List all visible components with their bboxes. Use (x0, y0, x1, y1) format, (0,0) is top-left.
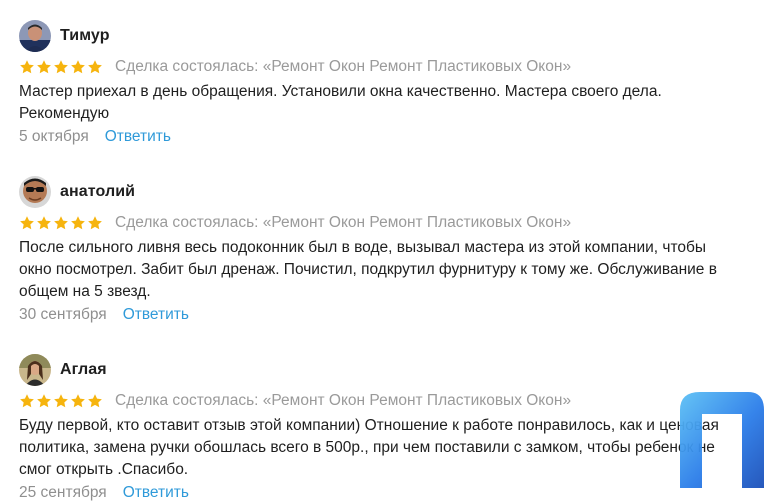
review-footer: 25 сентября Ответить (19, 482, 759, 504)
star-icon (88, 216, 102, 230)
review-author[interactable]: Аглая (60, 361, 107, 379)
rating-stars (19, 215, 103, 231)
reviews-list: Тимур Сделка состоялась: «Ремонт Окон Ре… (0, 0, 775, 501)
review-header: Тимур (19, 19, 759, 53)
rating-stars (19, 59, 103, 75)
deal-status: Сделка состоялась: «Ремонт Окон Ремонт П… (115, 58, 572, 75)
star-icon (88, 394, 102, 408)
reply-link[interactable]: Ответить (105, 128, 171, 146)
review-header: Аглая (19, 353, 759, 387)
review-date: 5 октября (19, 128, 89, 145)
star-icon (71, 394, 85, 408)
review-item: Тимур Сделка состоялась: «Ремонт Окон Ре… (19, 19, 759, 148)
review-meta: Сделка состоялась: «Ремонт Окон Ремонт П… (19, 213, 759, 233)
review-footer: 5 октября Ответить (19, 126, 759, 148)
star-icon (20, 60, 34, 74)
rating-stars (19, 393, 103, 409)
review-text: Мастер приехал в день обращения. Установ… (19, 83, 662, 122)
star-icon (37, 216, 51, 230)
star-icon (54, 394, 68, 408)
star-icon (54, 60, 68, 74)
review-date: 30 сентября (19, 306, 107, 323)
review-meta: Сделка состоялась: «Ремонт Окон Ремонт П… (19, 391, 759, 411)
reply-link[interactable]: Ответить (123, 306, 189, 324)
review-author[interactable]: Тимур (60, 27, 110, 45)
review-meta: Сделка состоялась: «Ремонт Окон Ремонт П… (19, 57, 759, 77)
review-item: анатолий Сделка состоялась: «Ремонт Окон… (19, 175, 759, 326)
star-icon (71, 216, 85, 230)
brand-logo-icon (676, 388, 768, 493)
review-item: Аглая Сделка состоялась: «Ремонт Окон Ре… (19, 353, 759, 504)
star-icon (88, 60, 102, 74)
avatar[interactable] (19, 354, 51, 386)
reply-link[interactable]: Ответить (123, 484, 189, 502)
review-footer: 30 сентября Ответить (19, 304, 759, 326)
star-icon (37, 394, 51, 408)
star-icon (37, 60, 51, 74)
avatar[interactable] (19, 20, 51, 52)
review-header: анатолий (19, 175, 759, 209)
star-icon (71, 60, 85, 74)
review-text: После сильного ливня весь подоконник был… (19, 239, 717, 300)
star-icon (20, 394, 34, 408)
star-icon (54, 216, 68, 230)
review-text: Буду первой, кто оставит отзыв этой комп… (19, 417, 719, 478)
review-author[interactable]: анатолий (60, 183, 135, 201)
deal-status: Сделка состоялась: «Ремонт Окон Ремонт П… (115, 214, 572, 231)
review-date: 25 сентября (19, 484, 107, 501)
deal-status: Сделка состоялась: «Ремонт Окон Ремонт П… (115, 392, 572, 409)
star-icon (20, 216, 34, 230)
avatar[interactable] (19, 176, 51, 208)
